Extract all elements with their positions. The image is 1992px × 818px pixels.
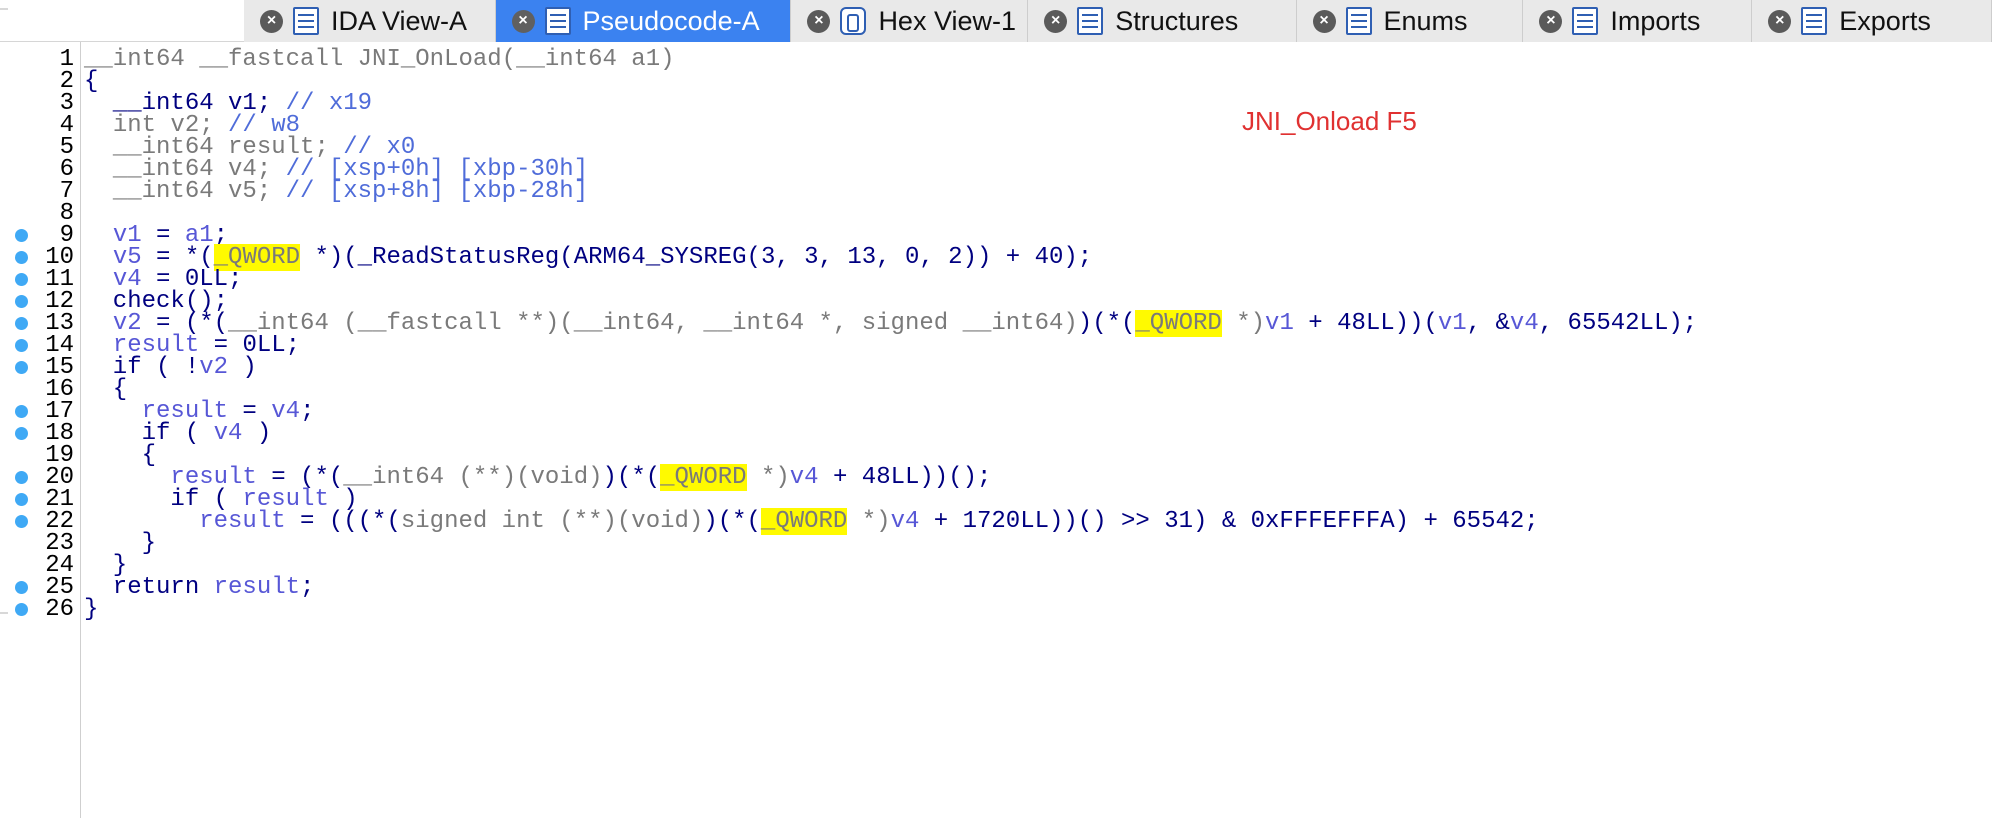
- code-token: }: [84, 596, 99, 623]
- exports-icon: [1801, 7, 1828, 35]
- tab-exports[interactable]: × Exports: [1752, 0, 1992, 42]
- breakpoint-marker-icon[interactable]: [15, 317, 28, 330]
- close-tab-icon[interactable]: ×: [1539, 9, 1563, 33]
- tab-structures[interactable]: × Structures: [1028, 0, 1297, 42]
- tab-label: Enums: [1383, 5, 1468, 36]
- tab-bar: × IDA View-A × Pseudocode-A × Hex View-1 × Stru…: [0, 0, 1992, 42]
- breakpoint-marker-icon[interactable]: [15, 603, 28, 616]
- breakpoint-marker-icon[interactable]: [15, 295, 28, 308]
- close-tab-icon[interactable]: ×: [260, 9, 283, 33]
- tab-hex-view-1[interactable]: × Hex View-1: [791, 0, 1029, 42]
- close-tab-icon[interactable]: ×: [511, 9, 535, 33]
- annotation-text: JNI_Onload F5: [1242, 106, 1417, 136]
- code-line[interactable]: 26}: [0, 595, 1992, 623]
- close-tab-icon[interactable]: ×: [1312, 9, 1336, 33]
- structures-icon: [1077, 7, 1104, 35]
- breakpoint-marker-icon[interactable]: [15, 515, 28, 528]
- imports-icon: [1572, 7, 1599, 35]
- tab-enums[interactable]: × Enums: [1296, 0, 1524, 42]
- tabs-row: × IDA View-A × Pseudocode-A × Hex View-1 × Stru…: [244, 0, 1992, 42]
- tab-ida-view-a[interactable]: × IDA View-A: [244, 0, 496, 42]
- tab-label: IDA View-A: [331, 5, 468, 36]
- breakpoint-marker-icon[interactable]: [15, 581, 28, 594]
- breakpoint-marker-icon[interactable]: [15, 361, 28, 374]
- close-tab-icon[interactable]: ×: [807, 9, 831, 33]
- tab-label: Imports: [1610, 5, 1701, 36]
- tab-label: Hex View-1: [878, 5, 1016, 36]
- tab-label: Pseudocode-A: [582, 5, 760, 36]
- breakpoint-marker-icon[interactable]: [15, 471, 28, 484]
- tab-bar-empty-area: [0, 0, 244, 42]
- tab-pseudocode-a[interactable]: × Pseudocode-A: [495, 0, 792, 42]
- tab-imports[interactable]: × Imports: [1523, 0, 1753, 42]
- tab-label: Exports: [1839, 5, 1931, 36]
- close-tab-icon[interactable]: ×: [1768, 9, 1792, 33]
- breakpoint-marker-icon[interactable]: [15, 229, 28, 242]
- tab-label: Structures: [1115, 5, 1239, 36]
- code-text: }: [84, 596, 98, 623]
- breakpoint-marker-icon[interactable]: [15, 273, 28, 286]
- pseudocode-editor[interactable]: 1 __int64 __fastcall JNI_OnLoad(__int64 a…: [0, 42, 1992, 818]
- close-tab-icon[interactable]: ×: [1044, 9, 1068, 33]
- line-number: 26: [45, 596, 74, 623]
- breakpoint-marker-icon[interactable]: [15, 405, 28, 418]
- breakpoint-marker-icon[interactable]: [15, 493, 28, 506]
- breakpoint-marker-icon[interactable]: [15, 339, 28, 352]
- enums-icon: [1345, 7, 1372, 35]
- hex-view-icon: [840, 7, 867, 35]
- breakpoint-marker-icon[interactable]: [15, 427, 28, 440]
- breakpoint-marker-icon[interactable]: [15, 251, 28, 264]
- pseudocode-icon: [544, 7, 571, 35]
- left-pane-edge: [0, 8, 8, 10]
- ida-view-icon: [293, 7, 319, 35]
